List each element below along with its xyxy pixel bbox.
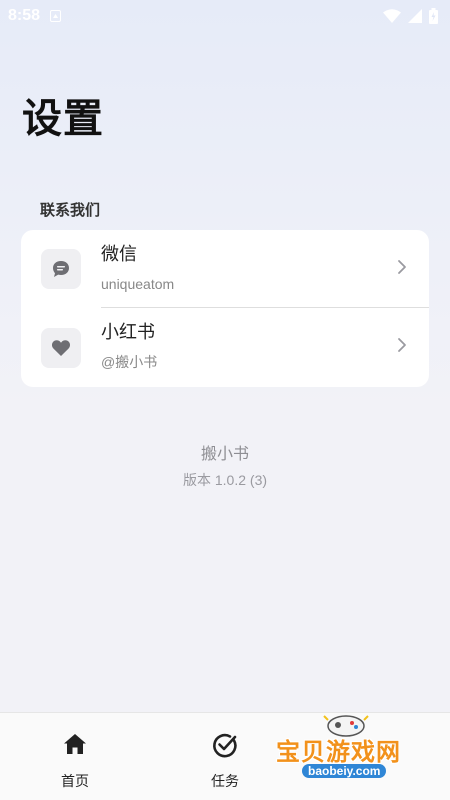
chat-bubble-icon <box>41 249 81 289</box>
contact-title-wechat: 微信 <box>101 244 137 265</box>
status-bar: 8:58 <box>0 0 450 32</box>
contact-row-text: 小红书 @搬小书 <box>101 320 157 372</box>
page-title: 设置 <box>22 96 104 142</box>
status-right <box>383 8 438 24</box>
signal-icon <box>408 9 422 23</box>
heart-icon <box>41 327 81 368</box>
chevron-right-icon <box>398 338 406 352</box>
watermark-text: 宝贝游戏网 <box>276 738 401 766</box>
contact-subtitle-xiaohongshu: @搬小书 <box>101 354 158 370</box>
nav-item-tasks[interactable]: 任务 <box>165 713 285 800</box>
check-circle-icon <box>213 733 237 758</box>
contact-row-text: 微信 uniqueatom <box>101 242 174 294</box>
watermark-logo: 宝贝游戏网 baobeiy.com <box>272 706 432 798</box>
nav-label-home: 首页 <box>61 774 89 790</box>
home-icon-wrap <box>15 731 135 757</box>
wifi-icon <box>383 9 401 23</box>
home-icon <box>64 734 86 754</box>
contact-row-wechat[interactable]: 微信 uniqueatom <box>21 230 429 308</box>
status-time: 8:58 <box>8 7 41 24</box>
battery-icon <box>429 8 438 24</box>
nav-item-home[interactable]: 首页 <box>15 713 135 800</box>
section-label-contact: 联系我们 <box>40 201 101 219</box>
contact-row-xiaohongshu[interactable]: 小红书 @搬小书 <box>21 308 429 387</box>
app-name: 搬小书 <box>200 444 249 463</box>
contact-title-xiaohongshu: 小红书 <box>101 322 155 343</box>
status-left: 8:58 <box>8 7 62 25</box>
contact-card: 微信 uniqueatom 小红书 @搬小书 <box>21 230 429 387</box>
notification-icon <box>50 10 62 22</box>
watermark-url: baobeiy.com <box>302 764 387 778</box>
check-circle-icon-wrap <box>165 731 285 759</box>
contact-subtitle-wechat: uniqueatom <box>101 276 175 292</box>
nav-label-tasks: 任务 <box>211 774 239 790</box>
app-version: 版本 1.0.2 (3) <box>182 472 268 488</box>
chevron-right-icon <box>398 260 406 274</box>
